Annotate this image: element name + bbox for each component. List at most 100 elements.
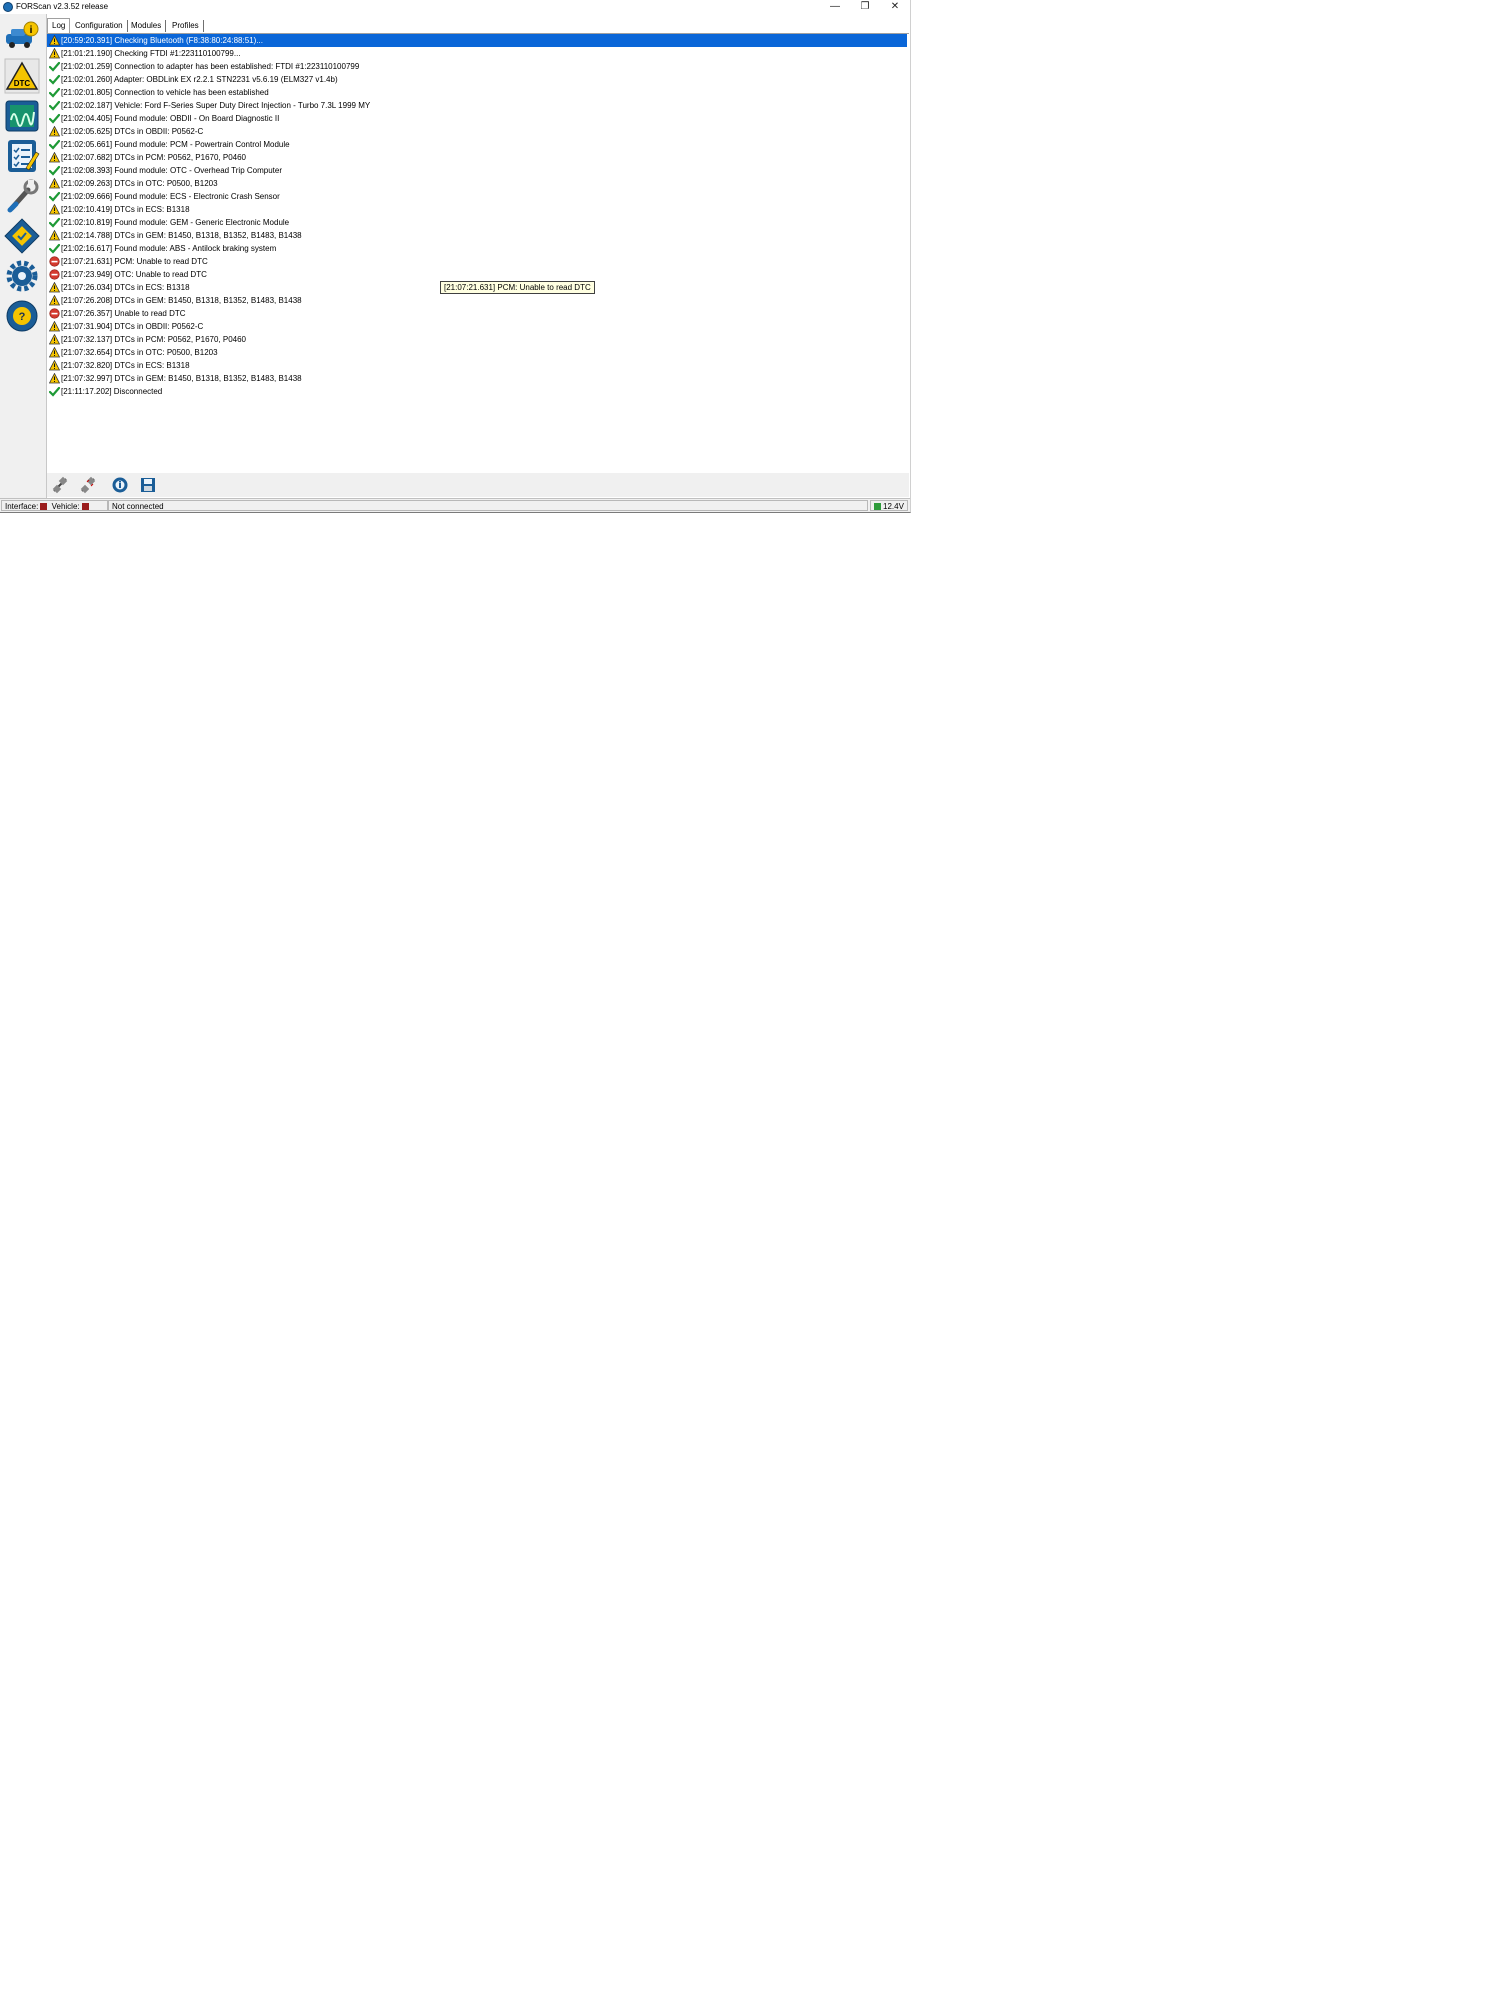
log-entry[interactable]: [21:11:17.202] Disconnected <box>47 385 907 398</box>
log-entry[interactable]: [21:02:16.617] Found module: ABS - Antil… <box>47 242 907 255</box>
tab-log[interactable]: Log <box>47 18 71 33</box>
log-entry[interactable]: [21:02:09.263] DTCs in OTC: P0500, B1203 <box>47 177 907 190</box>
log-entry[interactable]: [21:02:04.405] Found module: OBDII - On … <box>47 112 907 125</box>
log-entry-text: [21:02:09.263] DTCs in OTC: P0500, B1203 <box>61 179 218 188</box>
warning-status-icon <box>48 294 61 306</box>
dtc-button[interactable]: DTC <box>4 58 40 94</box>
checkmark-icon <box>48 165 61 176</box>
programming-button[interactable] <box>4 218 40 254</box>
log-entry[interactable]: [21:07:23.949] OTC: Unable to read DTC <box>47 268 907 281</box>
log-entry-text: [21:02:14.788] DTCs in GEM: B1450, B1318… <box>61 231 302 240</box>
interface-label: Interface: <box>5 502 39 511</box>
tests-button[interactable] <box>4 138 40 174</box>
svg-text:?: ? <box>19 311 26 323</box>
log-entry[interactable]: [21:02:05.625] DTCs in OBDII: P0562-C <box>47 125 907 138</box>
log-entry[interactable]: [21:02:07.682] DTCs in PCM: P0562, P1670… <box>47 151 907 164</box>
help-button[interactable]: ? <box>4 298 40 334</box>
log-entry-text: [21:02:16.617] Found module: ABS - Antil… <box>61 244 277 253</box>
log-entry[interactable]: [21:02:05.661] Found module: PCM - Power… <box>47 138 907 151</box>
info-button[interactable] <box>111 476 129 494</box>
connect-icon <box>52 476 68 494</box>
log-entry[interactable]: [20:59:20.391] Checking Bluetooth (F8:38… <box>47 34 907 47</box>
checkmark-icon <box>48 386 61 397</box>
ok-status-icon <box>48 139 61 150</box>
tooltip: [21:07:21.631] PCM: Unable to read DTC <box>440 281 595 294</box>
close-button[interactable]: ✕ <box>880 0 910 14</box>
warning-status-icon <box>48 333 61 345</box>
checkmark-icon <box>48 113 61 124</box>
log-entry-text: [21:07:32.820] DTCs in ECS: B1318 <box>61 361 190 370</box>
log-entry-text: [21:02:05.625] DTCs in OBDII: P0562-C <box>61 127 204 136</box>
log-entry[interactable]: [21:02:10.819] Found module: GEM - Gener… <box>47 216 907 229</box>
log-entry[interactable]: [21:02:08.393] Found module: OTC - Overh… <box>47 164 907 177</box>
warning-icon <box>48 203 61 215</box>
log-entry[interactable]: [21:02:01.260] Adapter: OBDLink EX r2.2.… <box>47 73 907 86</box>
connect-button[interactable] <box>51 476 69 494</box>
log-entry-text: [21:07:32.137] DTCs in PCM: P0562, P1670… <box>61 335 247 344</box>
error-icon <box>49 308 60 319</box>
vehicle-info-button[interactable]: i <box>4 18 40 54</box>
log-entry-text: [21:07:26.208] DTCs in GEM: B1450, B1318… <box>61 296 302 305</box>
disconnect-button[interactable] <box>79 476 97 494</box>
tab-modules[interactable]: Modules <box>127 20 167 32</box>
service-button[interactable] <box>4 178 40 214</box>
window-title: FORScan v2.3.52 release <box>16 2 109 11</box>
warning-status-icon <box>48 47 61 59</box>
log-entry[interactable]: [21:02:02.187] Vehicle: Ford F-Series Su… <box>47 99 907 112</box>
warning-status-icon <box>48 229 61 241</box>
log-entry[interactable]: [21:02:01.805] Connection to vehicle has… <box>47 86 907 99</box>
ok-status-icon <box>48 61 61 72</box>
log-list[interactable]: [20:59:20.391] Checking Bluetooth (F8:38… <box>47 33 909 474</box>
warning-icon <box>48 333 61 345</box>
ok-status-icon <box>48 243 61 254</box>
tab-profiles[interactable]: Profiles <box>168 20 204 32</box>
tab-configuration[interactable]: Configuration <box>71 20 128 32</box>
log-entry[interactable]: [21:07:32.654] DTCs in OTC: P0500, B1203 <box>47 346 907 359</box>
warning-icon <box>48 372 61 384</box>
ok-status-icon <box>48 191 61 202</box>
minimize-button[interactable]: — <box>820 0 850 14</box>
log-entry[interactable]: [21:02:01.259] Connection to adapter has… <box>47 60 907 73</box>
programming-chip-icon <box>4 218 40 254</box>
ok-status-icon <box>48 386 61 397</box>
log-entry[interactable]: [21:01:21.190] Checking FTDI #1:22311010… <box>47 47 907 60</box>
interface-indicator <box>40 503 48 511</box>
checkmark-icon <box>48 74 61 85</box>
vehicle-label: Vehicle: <box>51 502 80 511</box>
warning-icon <box>48 125 61 137</box>
log-entry[interactable]: [21:02:09.666] Found module: ECS - Elect… <box>47 190 907 203</box>
error-status-icon <box>49 269 60 280</box>
error-icon <box>49 269 60 280</box>
log-entry-text: [21:07:32.654] DTCs in OTC: P0500, B1203 <box>61 348 218 357</box>
settings-button[interactable] <box>4 258 40 294</box>
log-entry-text: [21:02:02.187] Vehicle: Ford F-Series Su… <box>61 101 371 110</box>
log-entry-text: [21:02:01.259] Connection to adapter has… <box>61 62 360 71</box>
log-entry-text: [21:02:08.393] Found module: OTC - Overh… <box>61 166 283 175</box>
save-button[interactable] <box>139 476 157 494</box>
connection-status: Not connected <box>108 500 868 511</box>
title-bar: FORScan v2.3.52 release — ❐ ✕ <box>0 0 910 14</box>
log-entry[interactable]: [21:07:32.820] DTCs in ECS: B1318 <box>47 359 907 372</box>
error-icon <box>49 256 60 267</box>
info-icon <box>112 477 128 493</box>
log-entry[interactable]: [21:02:10.419] DTCs in ECS: B1318 <box>47 203 907 216</box>
help-icon: ? <box>6 300 38 332</box>
log-entry-text: [21:07:23.949] OTC: Unable to read DTC <box>61 270 207 279</box>
log-entry[interactable]: [21:07:26.357] Unable to read DTC <box>47 307 907 320</box>
restore-button[interactable]: ❐ <box>850 0 880 14</box>
log-entry[interactable]: [21:07:26.208] DTCs in GEM: B1450, B1318… <box>47 294 907 307</box>
log-entry[interactable]: [21:07:21.631] PCM: Unable to read DTC <box>47 255 907 268</box>
log-entry[interactable]: [21:07:32.137] DTCs in PCM: P0562, P1670… <box>47 333 907 346</box>
warning-icon <box>48 34 61 46</box>
warning-status-icon <box>48 359 61 371</box>
log-entry-text: [21:01:21.190] Checking FTDI #1:22311010… <box>61 49 241 58</box>
ok-status-icon <box>48 74 61 85</box>
log-entry[interactable]: [21:07:31.904] DTCs in OBDII: P0562-C <box>47 320 907 333</box>
log-entry[interactable]: [21:02:14.788] DTCs in GEM: B1450, B1318… <box>47 229 907 242</box>
sidebar: i DTC ? <box>0 14 47 498</box>
ok-status-icon <box>48 113 61 124</box>
log-entry[interactable]: [21:07:32.997] DTCs in GEM: B1450, B1318… <box>47 372 907 385</box>
oscilloscope-button[interactable] <box>4 98 40 134</box>
checkmark-icon <box>48 191 61 202</box>
log-entry-text: [20:59:20.391] Checking Bluetooth (F8:38… <box>61 36 263 45</box>
